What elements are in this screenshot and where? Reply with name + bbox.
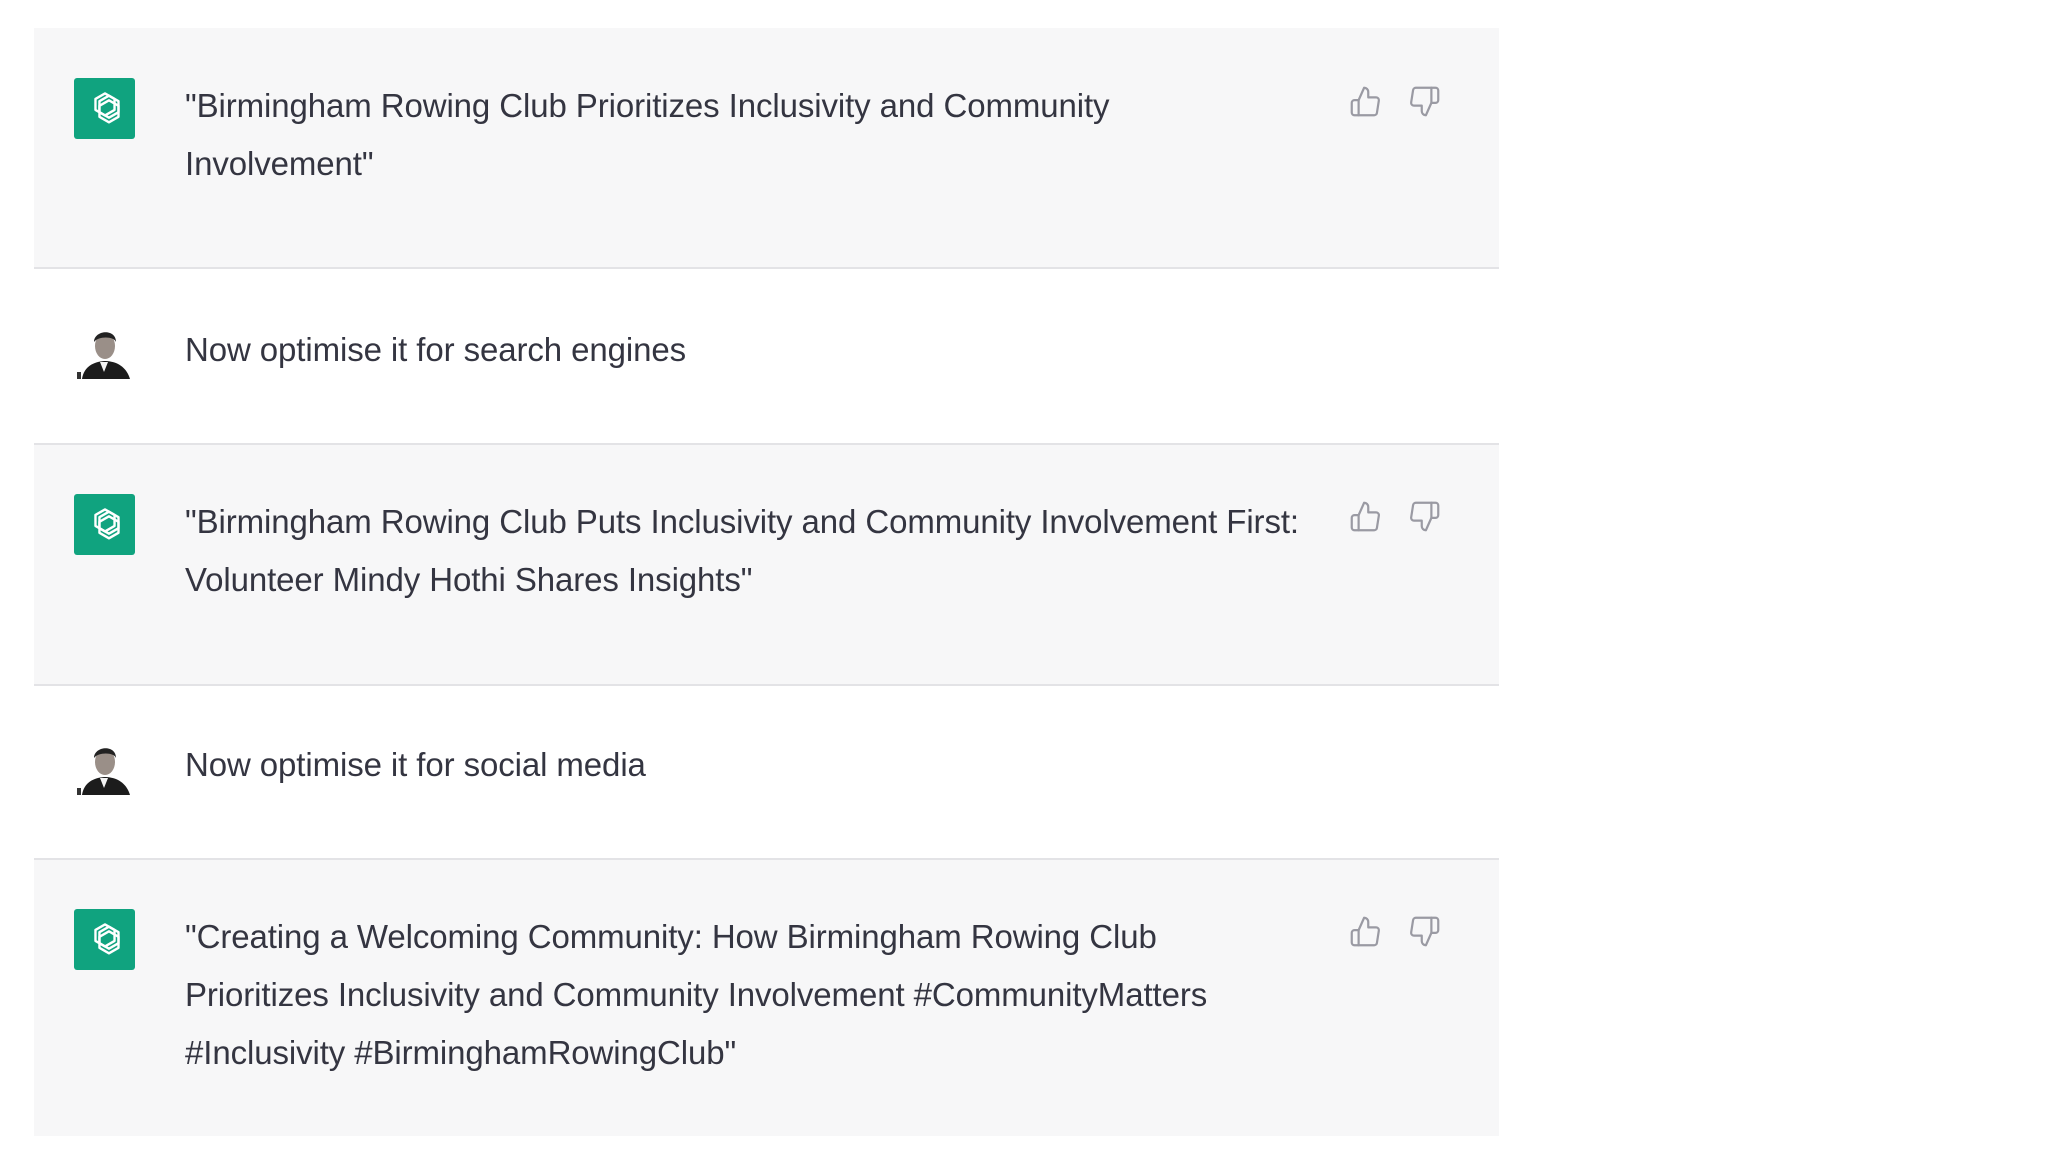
openai-logo-icon xyxy=(74,494,135,555)
conversation-thread: "Birmingham Rowing Club Prioritizes Incl… xyxy=(34,28,1499,1136)
thumbs-up-icon[interactable] xyxy=(1349,915,1382,948)
feedback-buttons xyxy=(1349,915,1441,948)
openai-logo-icon xyxy=(74,78,135,139)
message-text: Now optimise it for social media xyxy=(185,746,646,783)
thumbs-down-icon[interactable] xyxy=(1408,915,1441,948)
message-text: "Birmingham Rowing Club Prioritizes Incl… xyxy=(185,87,1110,182)
message-text: "Creating a Welcoming Community: How Bir… xyxy=(185,918,1208,1071)
feedback-buttons xyxy=(1349,500,1441,533)
message-text: "Birmingham Rowing Club Puts Inclusivity… xyxy=(185,503,1299,598)
message-text: Now optimise it for search engines xyxy=(185,331,686,368)
user-avatar xyxy=(74,318,135,379)
thumbs-down-icon[interactable] xyxy=(1408,85,1441,118)
thumbs-up-icon[interactable] xyxy=(1349,85,1382,118)
user-message: Now optimise it for social media xyxy=(34,686,1499,860)
user-message: Now optimise it for search engines xyxy=(34,269,1499,445)
user-avatar xyxy=(74,734,135,795)
assistant-message: "Birmingham Rowing Club Prioritizes Incl… xyxy=(34,28,1499,269)
assistant-message: "Creating a Welcoming Community: How Bir… xyxy=(34,860,1499,1136)
feedback-buttons xyxy=(1349,85,1441,118)
openai-logo-icon xyxy=(74,909,135,970)
assistant-message: "Birmingham Rowing Club Puts Inclusivity… xyxy=(34,445,1499,686)
thumbs-down-icon[interactable] xyxy=(1408,500,1441,533)
thumbs-up-icon[interactable] xyxy=(1349,500,1382,533)
